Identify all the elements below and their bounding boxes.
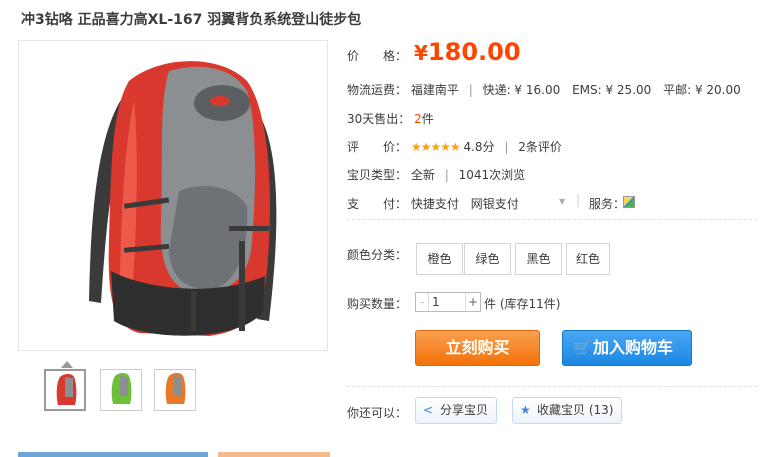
item-condition: 全新 (410, 168, 435, 182)
express-fee: 快递: ¥ 16.00 (482, 83, 561, 97)
price-label: 价 格： (347, 49, 408, 63)
thumbnail-pointer (61, 361, 73, 368)
share-button[interactable]: < 分享宝贝 (415, 397, 498, 424)
add-to-cart-button[interactable]: 🛒 加入购物车 (562, 330, 692, 366)
rating-score: 4.8分 (463, 140, 495, 154)
divider: | (576, 193, 581, 207)
service-icon[interactable] (623, 196, 635, 208)
thumbnail-green[interactable] (100, 369, 142, 411)
footer-tab-bar (18, 452, 208, 457)
payment-method-bank[interactable]: 网银支付 (471, 197, 519, 211)
divider: | (444, 168, 449, 182)
shipping-label: 物流运费： (347, 83, 408, 97)
share-icon: < (423, 403, 434, 417)
backpack-image (89, 61, 277, 337)
social-label: 你还可以： (347, 406, 408, 420)
payment-method-quick[interactable]: 快捷支付 (411, 197, 459, 211)
quantity-input[interactable]: 1 (432, 293, 440, 311)
increment-button[interactable]: + (465, 293, 480, 311)
sales-unit: 件 (421, 112, 434, 126)
currency-symbol: ¥ (414, 41, 428, 65)
favorite-button[interactable]: ★ 收藏宝贝 (13) (512, 397, 623, 424)
ems-fee: EMS: ¥ 25.00 (572, 83, 652, 97)
view-count: 1041次浏览 (458, 168, 526, 182)
color-option-green[interactable]: 绿色 (464, 243, 511, 275)
price-value: ¥180.00 (414, 38, 521, 66)
product-title: 冲3钻咯 正品喜力高XL-167 羽翼背负系统登山徒步包 (21, 12, 362, 28)
backpack-thumb-red (56, 374, 77, 405)
rating-row: 评 价： ★★★★★ 4.8分 | 2条评价 (347, 138, 562, 155)
rating-stars-icon: ★★★★★ (410, 140, 461, 154)
divider: | (468, 83, 473, 97)
service-label: 服务： (589, 197, 626, 211)
sales-row: 30天售出： 2件 (347, 110, 434, 127)
decrement-button[interactable]: - (416, 293, 429, 311)
type-row: 宝贝类型： 全新 | 1041次浏览 (347, 166, 525, 183)
sales-label: 30天售出： (347, 112, 411, 126)
divider: | (504, 140, 509, 154)
type-label: 宝贝类型： (347, 168, 408, 182)
mail-fee: 平邮: ¥ 20.00 (663, 83, 741, 97)
add-to-cart-label: 加入购物车 (593, 338, 674, 357)
favorite-label: 收藏宝贝 (13) (537, 403, 614, 417)
footer-tab-bar-alt (218, 452, 330, 457)
section-divider (347, 219, 757, 220)
quantity-stepper[interactable]: - 1 + (415, 292, 481, 312)
stock-info: 件 (库存11件) (484, 297, 561, 311)
rating-label: 评 价： (347, 140, 408, 154)
shipping-origin[interactable]: 福建南平 (411, 83, 459, 97)
shipping-row: 物流运费： 福建南平 | 快递: ¥ 16.00 EMS: ¥ 25.00 平邮… (347, 81, 741, 98)
payment-label: 支 付： (347, 197, 408, 211)
color-option-black[interactable]: 黑色 (515, 243, 562, 275)
shopping-cart-icon: 🛒 (573, 339, 592, 357)
buy-now-button[interactable]: 立刻购买 (415, 330, 540, 366)
thumbnail-red[interactable] (44, 369, 86, 411)
section-divider (347, 386, 757, 387)
price-row: 价 格： (347, 47, 407, 64)
thumbnail-orange[interactable] (154, 369, 196, 411)
chevron-down-icon[interactable]: ▼ (559, 197, 565, 206)
color-option-red[interactable]: 红色 (566, 243, 610, 275)
color-label: 颜色分类： (347, 248, 408, 262)
main-product-image[interactable] (18, 40, 328, 351)
quantity-label: 购买数量： (347, 297, 408, 311)
review-count-link[interactable]: 2条评价 (518, 140, 562, 154)
payment-row: 支 付： 快捷支付 网银支付 (347, 195, 519, 212)
star-icon: ★ (520, 403, 531, 417)
backpack-thumb-orange (165, 373, 186, 404)
backpack-thumb-green (111, 373, 132, 404)
sales-count: 2 (414, 112, 422, 126)
price-amount: 180.00 (427, 38, 521, 66)
color-option-orange[interactable]: 橙色 (416, 243, 463, 275)
share-label: 分享宝贝 (440, 403, 489, 417)
